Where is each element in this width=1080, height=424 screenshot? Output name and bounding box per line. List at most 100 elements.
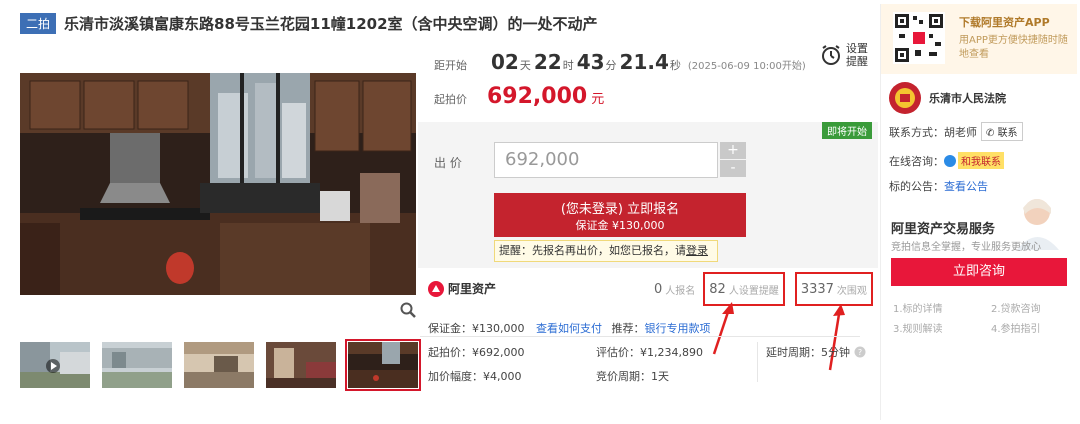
countdown-days-unit: 天 bbox=[519, 59, 531, 72]
bid-label: 出 价 bbox=[434, 156, 462, 170]
countdown-hours-unit: 时 bbox=[562, 59, 574, 72]
deposit-value: ¥130,000 bbox=[472, 322, 525, 335]
annotation-arrows bbox=[712, 302, 845, 371]
countdown-label: 距开始 bbox=[434, 59, 467, 72]
bid-panel: 即将开始 出 价 692,000 + - (您未登录) 立即报名 保证金 ¥13… bbox=[418, 122, 878, 268]
court-emblem-icon bbox=[889, 82, 921, 114]
alarm-clock-icon bbox=[822, 45, 840, 65]
countdown-days: 02 bbox=[491, 50, 519, 74]
zoom-icon[interactable] bbox=[400, 302, 416, 318]
service-box: 阿里资产交易服务 竞拍信息全掌握，专业服务更放心 立即咨询 1.标的详情 2.贷… bbox=[881, 190, 1077, 350]
app-download-desc: 用APP更方便快捷随时随地查看 bbox=[959, 35, 1068, 60]
login-link[interactable]: 登录 bbox=[686, 244, 708, 257]
signups-label: 人报名 bbox=[665, 285, 696, 297]
contact-button[interactable]: ✆ 联系 bbox=[981, 122, 1023, 141]
online-chat-label: 在线咨询： bbox=[889, 154, 944, 168]
court-row: 乐清市人民法院 bbox=[889, 82, 1006, 114]
start-price-unit: 元 bbox=[591, 92, 605, 107]
qr-code-icon bbox=[893, 12, 945, 64]
countdown-seconds-unit: 秒 bbox=[669, 59, 681, 72]
cycle-value: 1天 bbox=[651, 370, 669, 383]
guide-item-1[interactable]: 1.标的详情 bbox=[893, 300, 943, 315]
auction-page: 二拍 乐清市淡溪镇富康东路88号玉兰花园11幢1202室（含中央空调）的一处不动… bbox=[0, 0, 1080, 424]
thumbnail-4[interactable] bbox=[266, 342, 336, 388]
service-title: 阿里资产交易服务 bbox=[891, 222, 996, 237]
start-price-row: 起拍价 692,000 元 bbox=[434, 84, 604, 109]
detail-start-price-value: ¥692,000 bbox=[472, 346, 525, 359]
recommend-label: 推荐： bbox=[611, 322, 645, 335]
chat-icon bbox=[944, 154, 956, 167]
set-reminder-label: 设置提醒 bbox=[846, 42, 868, 68]
how-to-pay-link[interactable]: 查看如何支付 bbox=[536, 322, 602, 335]
divider bbox=[420, 336, 860, 337]
deposit-label: 保证金： bbox=[428, 322, 472, 335]
court-name: 乐清市人民法院 bbox=[929, 92, 1006, 105]
bid-decrease-button[interactable]: - bbox=[720, 160, 746, 177]
online-chat-row: 在线咨询： 和我联系 bbox=[889, 152, 1004, 169]
recommend-link[interactable]: 银行专用款项 bbox=[645, 322, 711, 335]
start-price-value: 692,000 bbox=[487, 84, 588, 109]
contact-button-label: 联系 bbox=[997, 128, 1018, 139]
delay-detail: 延时周期： 5分钟 ? bbox=[766, 344, 866, 360]
guide-item-2[interactable]: 2.贷款咨询 bbox=[991, 300, 1041, 315]
page-title: 乐清市淡溪镇富康东路88号玉兰花园11幢1202室（含中央空调）的一处不动产 bbox=[64, 14, 598, 33]
service-desc: 竞拍信息全掌握，专业服务更放心 bbox=[891, 242, 1041, 253]
increment-label: 加价幅度： bbox=[428, 370, 483, 383]
set-reminder-button[interactable]: 设置提醒 bbox=[820, 42, 870, 68]
online-chat-button[interactable]: 和我联系 bbox=[958, 152, 1004, 169]
countdown-minutes-unit: 分 bbox=[605, 59, 617, 72]
countdown-row: 距开始 02 天 22 时 43 分 21.4 秒 (2025-06-09 10… bbox=[434, 50, 806, 74]
bid-increase-button[interactable]: + bbox=[720, 142, 746, 159]
title-row: 二拍 乐清市淡溪镇富康东路88号玉兰花园11幢1202室（含中央空调）的一处不动… bbox=[20, 10, 598, 36]
app-download-title: 下载阿里资产APP bbox=[959, 16, 1050, 29]
thumbnail-5-selected[interactable] bbox=[345, 339, 421, 391]
contact-row: 联系方式： 胡老师 ✆ 联系 bbox=[889, 122, 1023, 141]
vertical-divider bbox=[757, 342, 758, 382]
help-icon[interactable]: ? bbox=[854, 346, 866, 358]
contact-label: 联系方式： bbox=[889, 125, 944, 139]
thumbnail-2[interactable] bbox=[102, 342, 172, 388]
ali-asset-logo-icon bbox=[428, 280, 444, 297]
start-price-detail: 起拍价：¥692,000 bbox=[428, 344, 525, 360]
eval-price-value: ¥1,234,890 bbox=[640, 346, 703, 359]
guide-item-4[interactable]: 4.参拍指引 bbox=[991, 320, 1041, 335]
main-photo[interactable] bbox=[20, 73, 416, 295]
status-badge: 即将开始 bbox=[822, 122, 872, 139]
cycle-detail: 竞价周期：1天 bbox=[596, 368, 669, 384]
eval-price-label: 评估价： bbox=[596, 346, 640, 359]
kitchen-photo-image bbox=[20, 73, 416, 295]
consult-button[interactable]: 立即咨询 bbox=[891, 258, 1067, 286]
views-count: 3337 bbox=[800, 281, 834, 297]
deposit-line: 保证金：¥130,000 查看如何支付 推荐：银行专用款项 bbox=[428, 320, 711, 336]
contact-person: 胡老师 bbox=[944, 125, 977, 139]
signups-count: 0 bbox=[654, 281, 663, 297]
platform-row: 阿里资产 bbox=[428, 280, 496, 297]
detail-start-price-label: 起拍价： bbox=[428, 346, 472, 359]
increment-value: ¥4,000 bbox=[483, 370, 522, 383]
countdown-hours: 22 bbox=[533, 50, 562, 74]
eval-price-detail: 评估价：¥1,234,890 bbox=[596, 344, 703, 360]
countdown-seconds: 21.4 bbox=[619, 50, 669, 74]
right-sidebar: 下载阿里资产APP 用APP更方便快捷随时随地查看 乐清市人民法院 联系方式：胡… bbox=[880, 4, 1077, 420]
delay-value: 5分钟 bbox=[821, 346, 850, 359]
apply-button-label: (您未登录) 立即报名 bbox=[560, 202, 680, 217]
svg-text:?: ? bbox=[858, 348, 862, 357]
cycle-label: 竞价周期： bbox=[596, 370, 651, 383]
thumbnail-video[interactable] bbox=[20, 342, 90, 388]
app-download-box[interactable]: 下载阿里资产APP 用APP更方便快捷随时随地查看 bbox=[881, 4, 1077, 74]
platform-name: 阿里资产 bbox=[448, 282, 497, 296]
reminders-count: 82 bbox=[709, 281, 726, 297]
increment-detail: 加价幅度：¥4,000 bbox=[428, 368, 522, 384]
guide-item-3[interactable]: 3.规则解读 bbox=[893, 320, 943, 335]
countdown-start-time: (2025-06-09 10:00开始) bbox=[687, 61, 806, 72]
thumbnail-strip bbox=[20, 339, 421, 391]
bid-input[interactable]: 692,000 bbox=[494, 142, 718, 178]
thumbnail-3[interactable] bbox=[184, 342, 254, 388]
apply-button[interactable]: (您未登录) 立即报名 保证金 ¥130,000 bbox=[494, 193, 746, 237]
login-tip-text: 提醒：先报名再出价，如您已报名，请 bbox=[499, 244, 686, 257]
apply-button-deposit: 保证金 ¥130,000 bbox=[575, 219, 665, 232]
delay-label: 延时周期： bbox=[766, 346, 821, 359]
round-badge: 二拍 bbox=[20, 12, 57, 34]
login-tip: 提醒：先报名再出价，如您已报名，请登录 bbox=[494, 240, 718, 262]
countdown-minutes: 43 bbox=[576, 50, 605, 74]
